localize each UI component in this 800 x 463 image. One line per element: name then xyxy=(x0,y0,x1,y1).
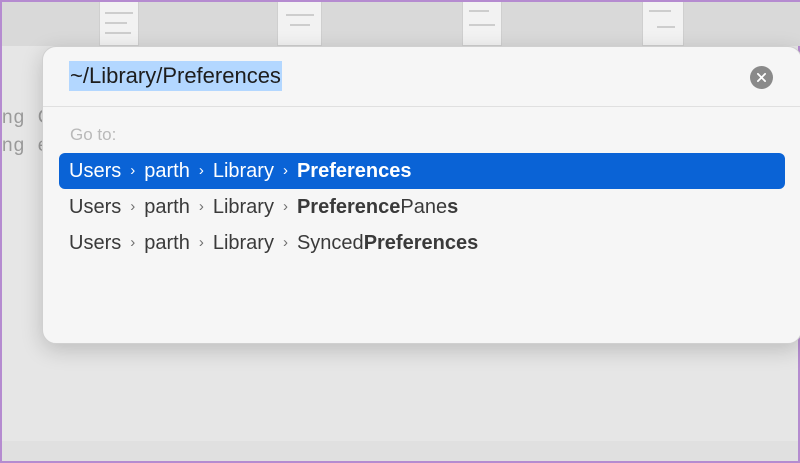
path-field-row: ~/Library/Preferences xyxy=(43,47,800,107)
path-text: Users xyxy=(69,231,122,254)
path-component: Library xyxy=(213,196,274,219)
match-highlight-text: Preference xyxy=(296,195,401,218)
path-text: Library xyxy=(212,231,274,254)
path-component: parth xyxy=(144,160,190,183)
chevron-right-icon: › xyxy=(282,197,288,215)
match-highlight-text: Preferences xyxy=(363,231,479,254)
background-thumbnail xyxy=(462,2,502,46)
background-thumbnail xyxy=(99,2,139,46)
path-text: parth xyxy=(144,159,190,182)
path-component: parth xyxy=(144,232,190,255)
path-component: Users xyxy=(69,232,121,255)
path-component: parth xyxy=(144,196,190,219)
path-text: parth xyxy=(144,195,190,218)
background-thumbnail xyxy=(642,2,684,46)
path-text: Synced xyxy=(296,231,364,254)
path-component: Users xyxy=(69,196,121,219)
clear-button[interactable] xyxy=(750,66,773,89)
path-text: Library xyxy=(212,159,274,182)
path-component: Preferences xyxy=(297,160,412,183)
path-component: Library xyxy=(213,232,274,255)
go-to-folder-dialog: ~/Library/Preferences Go to: Users › parth… xyxy=(42,46,800,344)
path-text: Library xyxy=(212,195,274,218)
path-text: Users xyxy=(69,159,122,182)
match-highlight-text: s xyxy=(447,195,459,218)
result-row[interactable]: Users › parth › Library › Preferences xyxy=(59,153,785,189)
path-text: parth xyxy=(144,231,190,254)
chevron-right-icon: › xyxy=(198,233,204,251)
clear-x-icon xyxy=(757,73,766,82)
go-to-label: Go to: xyxy=(70,125,117,144)
path-component: Library xyxy=(213,160,274,183)
chevron-right-icon: › xyxy=(130,197,136,215)
path-component: SyncedPreferences xyxy=(297,232,478,255)
path-text: Pane xyxy=(400,195,448,218)
path-component: Users xyxy=(69,160,121,183)
chevron-right-icon: › xyxy=(282,161,288,179)
result-row[interactable]: Users › parth › Library › SyncedPreferences xyxy=(59,225,785,261)
chevron-right-icon: › xyxy=(198,197,204,215)
chevron-right-icon: › xyxy=(282,233,288,251)
path-text: Users xyxy=(69,195,122,218)
background-thumbnail xyxy=(277,2,322,46)
background-footer xyxy=(2,441,798,461)
chevron-right-icon: › xyxy=(130,233,136,251)
chevron-right-icon: › xyxy=(130,161,136,179)
path-component: PreferencePanes xyxy=(297,196,458,219)
match-highlight-text: Preferences xyxy=(296,159,412,182)
results-list: Users › parth › Library › Preferences Users › par… xyxy=(59,153,785,261)
path-input[interactable]: ~/Library/Preferences xyxy=(69,61,282,91)
result-row[interactable]: Users › parth › Library › PreferencePanes xyxy=(59,189,785,225)
chevron-right-icon: › xyxy=(198,161,204,179)
